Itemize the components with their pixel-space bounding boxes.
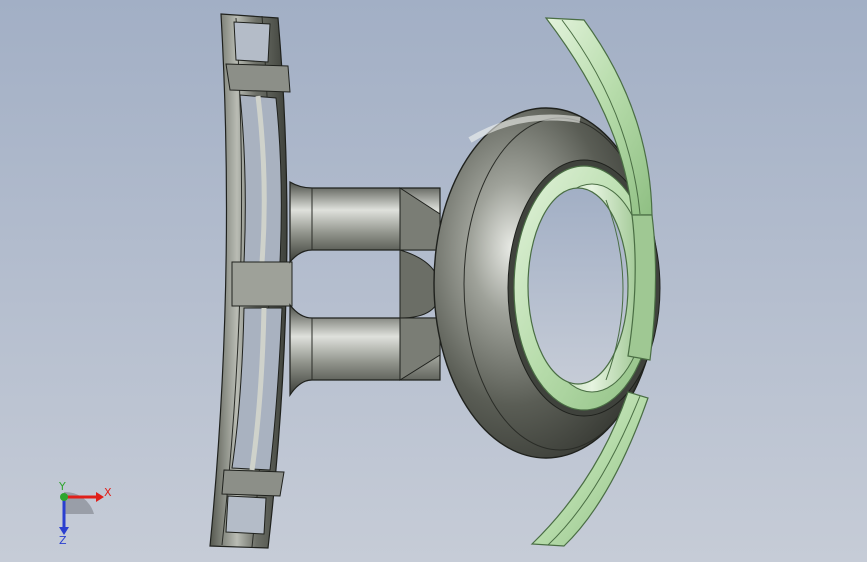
upper-spoke — [289, 180, 441, 264]
triad-z-label: Z — [59, 534, 67, 547]
cad-graphics-viewport[interactable]: X Y Z — [0, 0, 867, 562]
model-canvas[interactable]: X Y Z — [0, 0, 867, 562]
triad-y-axis — [60, 493, 68, 501]
triad-x-label: X — [104, 486, 112, 499]
triad-y-label: Y — [58, 480, 66, 493]
